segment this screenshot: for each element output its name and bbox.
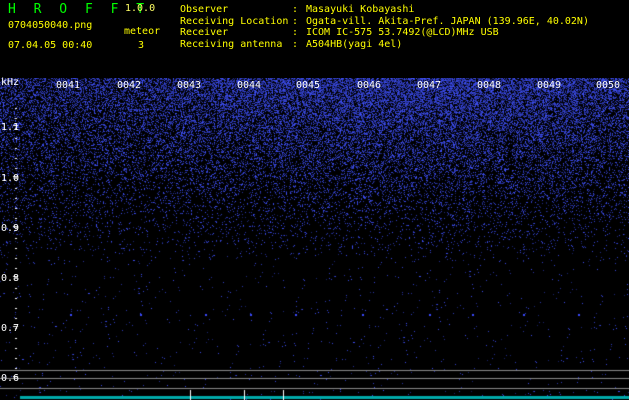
time-label: 0041: [56, 80, 81, 91]
time-label: 0048: [477, 80, 502, 91]
info-separator: :: [292, 4, 299, 15]
meteor-label: meteor: [124, 26, 161, 37]
time-label: 0049: [537, 80, 562, 91]
time-label: 0050: [596, 80, 621, 91]
info-label: Observer: [180, 4, 229, 15]
time-label: 0042: [117, 80, 142, 91]
info-row-observer: Observer : Masayuki Kobayashi: [180, 4, 589, 16]
unit-label: kHz: [1, 77, 20, 88]
info-separator: :: [292, 27, 299, 39]
info-label: Receiving Location: [180, 15, 289, 27]
datetime-text: 07.04.05 00:40: [8, 40, 93, 51]
info-value: ICOM IC-575 53.7492(@LCD)MHz USB: [306, 27, 499, 39]
spectrogram-canvas: [0, 78, 629, 400]
info-value: Ogata-vill. Akita-Pref. JAPAN (139.96E, …: [306, 15, 589, 27]
meteor-count: 3: [138, 40, 145, 51]
time-label: 0045: [296, 80, 321, 91]
info-value: A504HB(yagi 4el): [306, 38, 403, 50]
time-label: 0047: [417, 80, 442, 91]
freq-label: 1.1: [1, 122, 20, 133]
freq-label: 0.8: [1, 273, 20, 284]
app-version: 1.0.0: [125, 3, 156, 14]
station-info: Observer : Masayuki Kobayashi Receiving …: [180, 4, 589, 50]
info-label: Receiving antenna: [180, 38, 283, 50]
info-separator: :: [292, 38, 299, 50]
time-label: 0044: [237, 80, 262, 91]
freq-label: 0.7: [1, 323, 20, 334]
freq-label: 1.0: [1, 173, 20, 184]
info-label: Receiver: [180, 27, 229, 39]
time-label: 0046: [357, 80, 382, 91]
info-row-receiver: Receiver : ICOM IC-575 53.7492(@LCD)MHz …: [180, 27, 589, 39]
time-label: 0043: [177, 80, 202, 91]
header-panel: H R O F F T 1.0.0 0704050040.png meteor …: [0, 0, 629, 78]
freq-label: 0.6: [1, 373, 20, 384]
info-separator: :: [292, 15, 299, 27]
info-value: Masayuki Kobayashi: [306, 4, 415, 15]
filename-text: 0704050040.png: [8, 20, 93, 31]
spectrogram-panel: kHz 0041 0042 0043 0044 0045 0046 0047 0…: [0, 77, 629, 400]
info-row-antenna: Receiving antenna : A504HB(yagi 4el): [180, 39, 589, 51]
freq-label: 0.9: [1, 223, 20, 234]
info-row-location: Receiving Location : Ogata-vill. Akita-P…: [180, 16, 589, 28]
